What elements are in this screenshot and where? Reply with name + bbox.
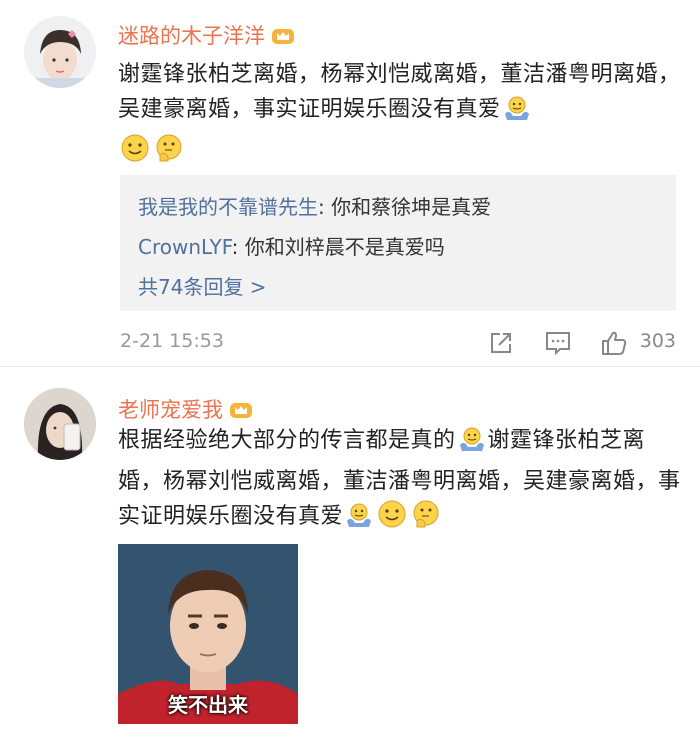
reply-box[interactable]: 我是我的不靠谱先生: 你和蔡徐坤是真爱 CrownLYF: 你和刘梓晨不是真爱吗…: [120, 175, 676, 311]
more-replies-link[interactable]: 共74条回复 >: [138, 271, 267, 300]
vip-crown-icon: [271, 26, 295, 51]
like-icon[interactable]: [600, 330, 628, 360]
comment-meta: 2-21 15:53 303: [120, 330, 680, 356]
avatar[interactable]: [24, 388, 96, 460]
username[interactable]: 老师宠爱我: [118, 394, 253, 425]
comment-item: 迷路的木子洋洋 谢霆锋张柏芝离婚，杨幂刘恺威离婚，董洁潘粤明离婚，吴建豪离婚，事…: [0, 0, 700, 368]
thinking-icon: [154, 133, 184, 174]
shrug-icon: [345, 501, 373, 540]
image-caption: 笑不出来: [168, 693, 248, 717]
username[interactable]: 迷路的木子洋洋: [118, 20, 295, 51]
thinking-icon: [411, 499, 441, 540]
shrug-icon: [503, 94, 531, 133]
vip-crown-icon: [229, 400, 253, 425]
comment-text: 根据经验绝大部分的传言都是真的 谢霆锋张柏芝离婚，杨幂刘恺威离婚，董洁潘粤明离婚…: [118, 423, 683, 540]
smile-icon: [377, 499, 407, 540]
attached-image[interactable]: 笑不出来: [118, 544, 298, 724]
smile-icon: [120, 133, 150, 174]
comment-icon[interactable]: [544, 330, 572, 360]
shrug-icon: [458, 425, 486, 464]
reply-item[interactable]: CrownLYF: 你和刘梓晨不是真爱吗: [138, 231, 445, 260]
like-count: 303: [639, 330, 676, 352]
avatar[interactable]: [24, 16, 96, 88]
reply-item[interactable]: 我是我的不靠谱先生: 你和蔡徐坤是真爱: [138, 191, 491, 220]
comment-text: 谢霆锋张柏芝离婚，杨幂刘恺威离婚，董洁潘粤明离婚，吴建豪离婚，事实证明娱乐圈没有…: [118, 57, 683, 174]
timestamp: 2-21 15:53: [120, 330, 224, 352]
share-icon[interactable]: [488, 330, 514, 360]
comment-item: 老师宠爱我 根据经验绝大部分的传言都是真的 谢霆锋张柏芝离婚，杨幂刘恺威离婚，董…: [0, 368, 700, 737]
divider: [0, 366, 700, 367]
